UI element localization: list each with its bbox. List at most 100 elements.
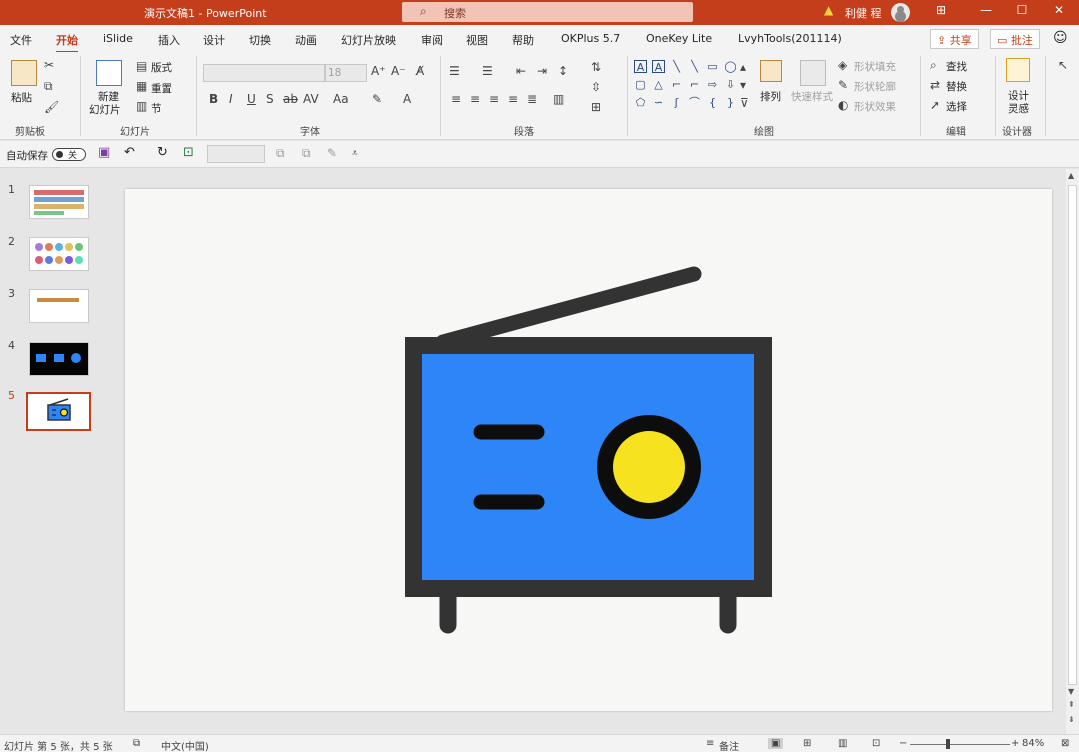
qat-icon-a[interactable]: ⧉ (276, 146, 285, 161)
paste-label[interactable]: 粘贴 (11, 90, 32, 105)
zoom-in-button[interactable]: + (1011, 738, 1019, 749)
maximize-button[interactable]: ☐ (1012, 3, 1032, 17)
elbow-shape-icon[interactable]: ⌐ (688, 78, 701, 91)
undo-icon[interactable]: ↶ (124, 145, 135, 160)
slide-thumbnail-5[interactable] (26, 392, 91, 431)
customize-qat-icon[interactable]: ⩡ (352, 148, 358, 159)
font-name-input[interactable] (203, 64, 325, 82)
format-painter-icon[interactable]: 🖌 (44, 100, 59, 114)
new-slide-label-2[interactable]: 幻灯片 (89, 102, 121, 117)
slide-thumbnail-3[interactable] (29, 289, 89, 323)
slide-thumbnail-1[interactable] (29, 185, 89, 219)
tab-lvyhtools[interactable]: LvyhTools(201114) (738, 32, 842, 45)
arrow-line-shape-icon[interactable]: ╲ (688, 60, 701, 73)
qat-dropdown[interactable] (207, 145, 265, 163)
tab-home[interactable]: 开始 (56, 32, 78, 53)
qat-brush-icon[interactable]: ✎ (327, 146, 337, 160)
save-icon[interactable]: ▣ (98, 145, 110, 160)
new-slide-icon[interactable] (96, 60, 122, 86)
zoom-slider-track[interactable] (910, 744, 1010, 745)
replace-button[interactable]: 替换 (946, 79, 967, 94)
autosave-toggle[interactable]: 关 (52, 148, 86, 161)
right-arrow-shape-icon[interactable]: ⇨ (706, 78, 719, 91)
radio-antenna[interactable] (435, 266, 702, 350)
tab-design[interactable]: 设计 (203, 32, 225, 48)
layout-button[interactable]: 版式 (151, 60, 172, 75)
scrollbar-thumb[interactable] (1068, 185, 1077, 685)
prev-slide-icon[interactable]: ⇞ (1068, 700, 1075, 709)
section-button[interactable]: 节 (151, 101, 162, 116)
strikethrough-icon[interactable]: ab (283, 92, 298, 106)
tab-islide[interactable]: iSlide (103, 32, 133, 45)
fit-slide-icon[interactable]: ⊠ (1061, 738, 1069, 749)
increase-font-icon[interactable]: A⁺ (371, 64, 386, 78)
zoom-slider-knob[interactable] (946, 739, 950, 749)
slideshow-icon[interactable]: ⊡ (872, 738, 880, 749)
reading-view-icon[interactable]: ▥ (838, 738, 847, 749)
connector-shape-icon[interactable]: ⌐ (670, 78, 683, 91)
gallery-more-icon[interactable]: ⊽ (740, 96, 749, 110)
oval-shape-icon[interactable]: ◯ (724, 60, 737, 73)
slide-thumbnail-2[interactable] (29, 237, 89, 271)
share-button[interactable]: ⇪ 共享 (930, 29, 979, 49)
tab-file[interactable]: 文件 (10, 32, 32, 48)
down-arrow-shape-icon[interactable]: ⇩ (724, 78, 737, 91)
spelling-icon[interactable]: ⧉ (133, 738, 140, 749)
shape-effects-button[interactable]: 形状效果 (854, 99, 896, 114)
textbox-shape-icon[interactable]: A (634, 60, 647, 74)
gallery-up-icon[interactable]: ▴ (740, 60, 746, 74)
font-color-icon[interactable]: A (403, 92, 411, 106)
ribbon-display-button[interactable]: ⊞ (931, 3, 951, 17)
justify-icon[interactable]: ≡ (508, 92, 518, 106)
language-indicator[interactable]: 中文(中国) (161, 738, 209, 752)
radio-speaker[interactable] (613, 431, 685, 503)
numbering-icon[interactable]: ☰ (482, 64, 493, 78)
decrease-font-icon[interactable]: A⁻ (391, 64, 406, 78)
shape-outline-button[interactable]: 形状轮廓 (854, 79, 896, 94)
rounded-rect-shape-icon[interactable]: ▢ (634, 78, 647, 91)
slide-sorter-icon[interactable]: ⊞ (803, 738, 811, 749)
rectangle-shape-icon[interactable]: ▭ (706, 60, 719, 73)
brace-shape-icon[interactable]: { (706, 96, 719, 109)
tab-help[interactable]: 帮助 (512, 32, 534, 48)
quick-styles-icon[interactable] (800, 60, 826, 86)
change-case-icon[interactable]: Aa (333, 92, 349, 106)
font-size-input[interactable]: 18 (325, 64, 367, 82)
clear-format-icon[interactable]: A̸ (416, 64, 424, 78)
tab-animations[interactable]: 动画 (295, 32, 317, 48)
user-name[interactable]: 利健 程 (845, 5, 882, 21)
reset-button[interactable]: 重置 (151, 81, 172, 96)
select-button[interactable]: 选择 (946, 99, 967, 114)
current-slide[interactable] (125, 189, 1052, 711)
paste-icon[interactable] (11, 60, 37, 86)
columns-icon[interactable]: ▥ (553, 92, 564, 106)
shapes-gallery[interactable]: A A ╲ ╲ ▭ ◯ ▢ △ ⌐ ⌐ ⇨ ⇩ ⬠ ∽ ʃ ⌒ { } (632, 58, 737, 112)
search-box[interactable]: ⌕ 搜索 (402, 2, 693, 22)
tab-slideshow[interactable]: 幻灯片放映 (341, 32, 396, 48)
highlight-icon[interactable]: ✎ (372, 92, 382, 106)
vtextbox-shape-icon[interactable]: A (652, 60, 665, 74)
align-right-icon[interactable]: ≡ (489, 92, 499, 106)
gallery-down-icon[interactable]: ▾ (740, 78, 746, 92)
shadow-icon[interactable]: S (266, 92, 274, 106)
comments-button[interactable]: ▭ 批注 (990, 29, 1040, 49)
line-spacing-icon[interactable]: ↕ (558, 64, 568, 78)
zoom-out-button[interactable]: − (899, 738, 907, 749)
distributed-icon[interactable]: ≣ (527, 92, 537, 106)
tab-transitions[interactable]: 切换 (249, 32, 271, 48)
zoom-level[interactable]: 84% (1022, 738, 1044, 749)
align-center-icon[interactable]: ≡ (470, 92, 480, 106)
minimize-button[interactable]: — (976, 3, 996, 17)
tab-onekey[interactable]: OneKey Lite (646, 32, 712, 45)
line-shape-icon[interactable]: ╲ (670, 60, 683, 73)
design-ideas-icon[interactable] (1006, 58, 1030, 82)
slide-thumbnail-4[interactable] (29, 342, 89, 376)
normal-view-icon[interactable]: ▣ (768, 738, 784, 749)
smartart-icon[interactable]: ⊞ (591, 100, 601, 114)
italic-icon[interactable]: I (229, 92, 233, 106)
align-left-icon[interactable]: ≡ (451, 92, 461, 106)
brace-right-shape-icon[interactable]: } (724, 96, 737, 109)
scribble-shape-icon[interactable]: ʃ (670, 96, 683, 109)
pentagon-shape-icon[interactable]: ⬠ (634, 96, 647, 109)
text-direction-icon[interactable]: ⇅ (591, 60, 601, 74)
